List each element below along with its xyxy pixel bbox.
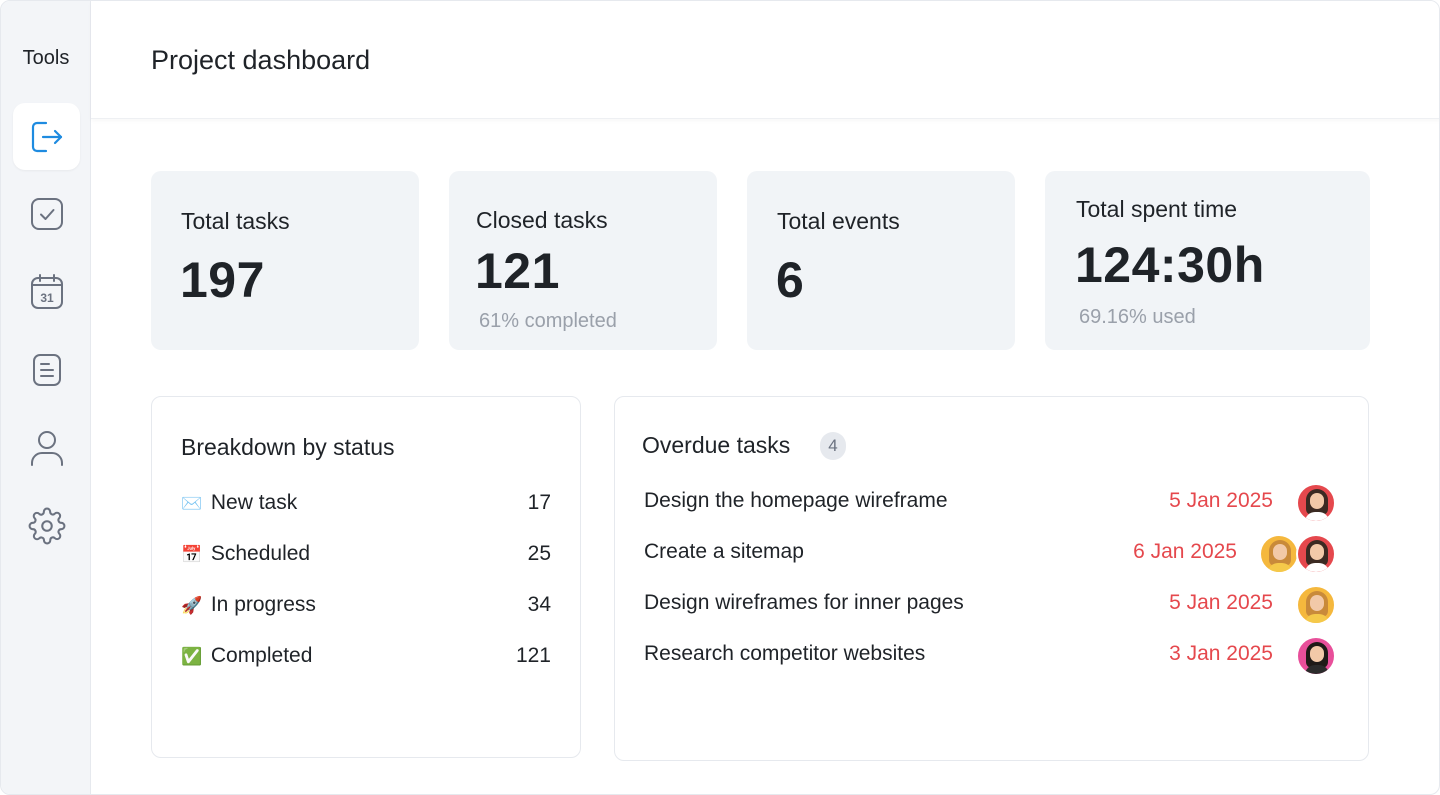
task-row[interactable]: Research competitor websites 3 Jan 2025 [644,636,1336,676]
overdue-count-badge: 4 [820,432,846,460]
task-title[interactable]: Research competitor websites [644,642,925,666]
sidebar-title: Tools [22,47,70,69]
status-count: 34 [527,593,551,616]
stat-card-spent-time: Total spent time 124:30h 69.16% used [1045,171,1370,350]
envelope-icon: ✉️ [181,494,203,513]
check-mark-icon: ✅ [181,647,203,666]
sidebar-item-settings[interactable] [13,492,80,559]
svg-text:31: 31 [40,291,54,305]
status-label: Scheduled [210,542,311,565]
stat-card-total-events: Total events 6 [747,171,1015,350]
stat-card-total-tasks: Total tasks 197 [151,171,419,350]
task-title[interactable]: Design the homepage wireframe [644,489,948,513]
task-title[interactable]: Design wireframes for inner pages [644,591,964,615]
status-label: New task [210,491,298,514]
stat-label: Total tasks [181,208,290,234]
stat-subtext: 61% completed [479,310,617,332]
avatar[interactable] [1296,585,1336,625]
sidebar-item-calendar[interactable]: 31 [13,258,80,325]
avatar[interactable] [1296,534,1336,574]
task-due-date: 3 Jan 2025 [1169,642,1273,665]
page-title: Project dashboard [151,45,371,75]
stat-label: Closed tasks [476,207,608,233]
calendar-icon: 31 [30,273,63,309]
logout-icon [31,121,62,152]
stat-value: 197 [180,252,265,308]
sidebar-item-tasks[interactable] [13,180,80,247]
task-row[interactable]: Create a sitemap 6 Jan 2025 [644,534,1336,574]
rocket-icon: 🚀 [181,596,203,615]
avatar[interactable] [1296,483,1336,523]
stat-value: 6 [776,252,805,308]
calendar-emoji-icon: 📅 [181,545,203,564]
task-due-date: 5 Jan 2025 [1169,489,1273,512]
sidebar-item-profile[interactable] [13,414,80,481]
document-icon [32,353,61,386]
status-row-scheduled: 📅 Scheduled 25 [181,542,551,572]
avatar[interactable] [1259,534,1299,574]
status-count: 121 [515,644,551,667]
status-row-new-task: ✉️ New task 17 [181,491,551,521]
avatar[interactable] [1296,636,1336,676]
sidebar: Tools 31 [1,1,91,794]
gear-icon [28,507,65,544]
sidebar-item-logout[interactable] [13,103,80,170]
sidebar-item-documents[interactable] [13,336,80,403]
overdue-panel: Overdue tasks 4 Design the homepage wire… [614,396,1369,761]
task-title[interactable]: Create a sitemap [644,540,804,564]
breakdown-panel: Breakdown by status ✉️ New task 17 📅 Sch… [151,396,581,758]
stat-card-closed-tasks: Closed tasks 121 61% completed [449,171,717,350]
stat-label: Total events [777,208,900,234]
stat-label: Total spent time [1076,196,1238,222]
task-row[interactable]: Design wireframes for inner pages 5 Jan … [644,585,1336,625]
task-due-date: 6 Jan 2025 [1133,540,1237,563]
app-window: Tools 31 Project dashboard Total tasks 1… [0,0,1440,795]
status-row-in-progress: 🚀 In progress 34 [181,593,551,623]
status-label: Completed [210,644,313,667]
task-due-date: 5 Jan 2025 [1169,591,1273,614]
stat-value: 124:30h [1075,237,1265,293]
user-icon [30,430,63,466]
status-count: 17 [527,491,551,514]
stat-value: 121 [475,243,560,299]
status-row-completed: ✅ Completed 121 [181,644,551,674]
status-label: In progress [210,593,316,616]
task-row[interactable]: Design the homepage wireframe 5 Jan 2025 [644,483,1336,523]
checkbox-icon [30,197,63,230]
status-count: 25 [527,542,551,565]
breakdown-title: Breakdown by status [181,434,395,460]
stat-subtext: 69.16% used [1079,306,1196,328]
overdue-title: Overdue tasks [642,432,791,458]
header: Project dashboard [91,1,1439,119]
